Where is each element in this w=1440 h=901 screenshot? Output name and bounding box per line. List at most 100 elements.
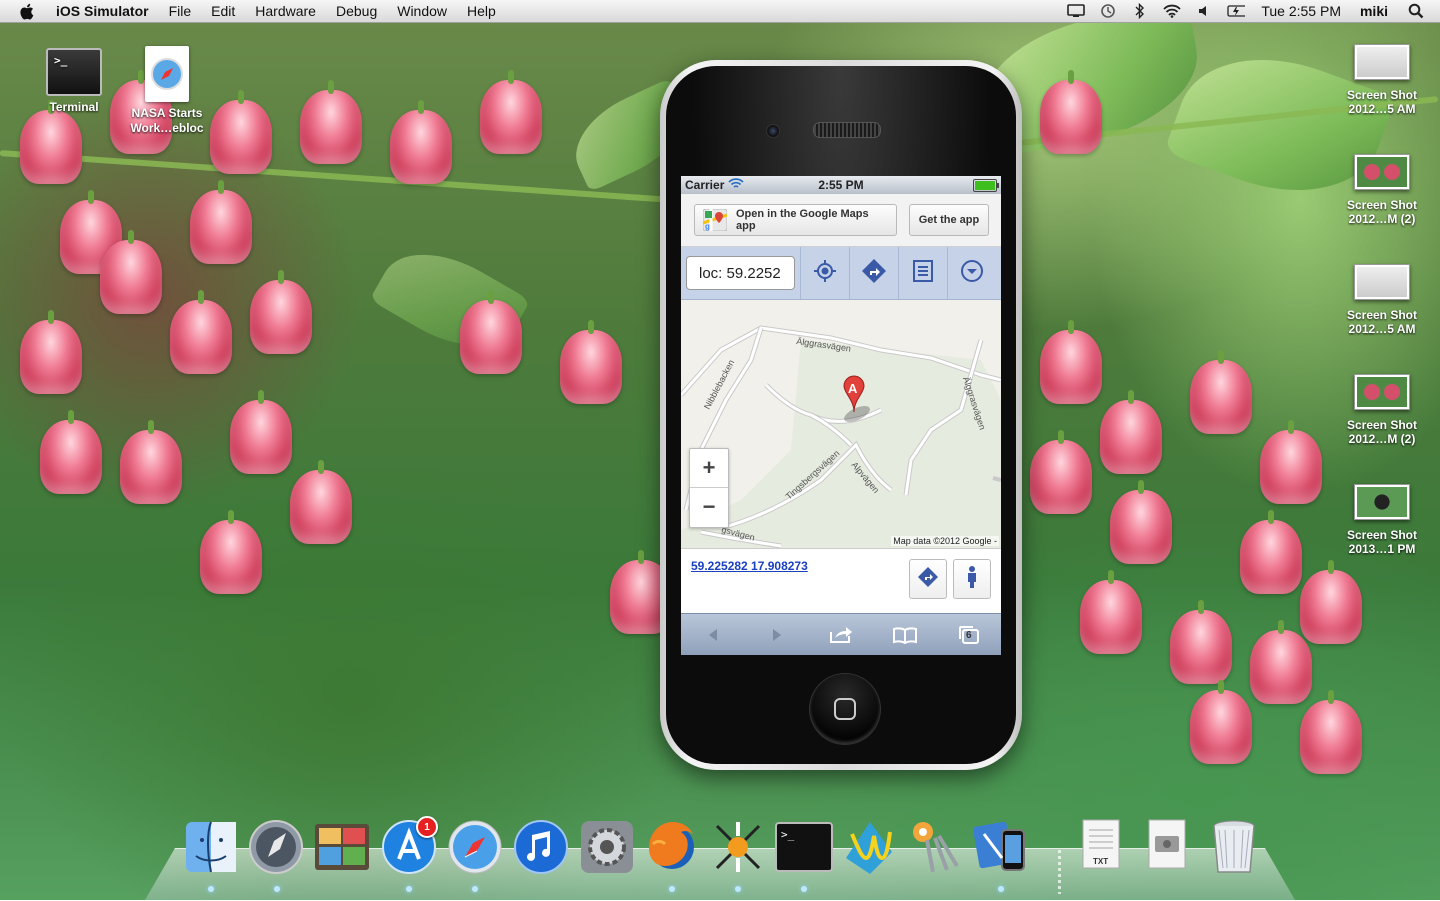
menu-debug[interactable]: Debug	[326, 0, 387, 22]
launchpad-icon	[249, 820, 303, 874]
wallpaper-flower	[560, 320, 622, 404]
dock-textwrangler[interactable]	[840, 818, 898, 876]
menu-hardware[interactable]: Hardware	[245, 0, 326, 22]
user-menu[interactable]: miki	[1350, 3, 1398, 19]
desktop-icon-screenshot[interactable]: Screen Shot 2012…M (2)	[1327, 374, 1437, 446]
coordinates-link[interactable]: 59.225282 17.908273	[691, 559, 808, 573]
terminal-icon: >_	[46, 48, 102, 96]
wallpaper-flower	[1040, 320, 1102, 404]
dock-system-preferences[interactable]	[578, 818, 636, 876]
more-options-button[interactable]	[947, 247, 996, 299]
wallpaper-flower	[1040, 70, 1102, 154]
preview-icon	[315, 824, 369, 870]
directions-icon	[861, 258, 887, 289]
wallpaper-flower	[1240, 510, 1302, 594]
apple-menu-icon[interactable]	[16, 1, 36, 21]
dock-terminal[interactable]: >_	[775, 818, 833, 876]
list-view-button[interactable]	[898, 247, 947, 299]
dock-safari[interactable]	[446, 818, 504, 876]
wifi-signal-icon	[728, 178, 744, 192]
dock-keychain-access[interactable]	[904, 818, 962, 876]
disk-utility-icon	[1148, 819, 1186, 869]
open-google-maps-app-button[interactable]: g Open in the Google Maps app	[694, 204, 897, 236]
wallpaper-flower	[290, 460, 352, 544]
forward-button[interactable]	[762, 623, 792, 647]
app-menu[interactable]: iOS Simulator	[46, 0, 159, 22]
bluetooth-icon[interactable]	[1131, 3, 1149, 19]
result-directions-button[interactable]	[909, 559, 947, 599]
wallpaper-flower	[1080, 570, 1142, 654]
menu-file[interactable]: File	[159, 0, 202, 22]
wallpaper-flower	[1260, 420, 1322, 504]
back-button[interactable]	[698, 623, 728, 647]
wifi-icon[interactable]	[1163, 3, 1181, 19]
map-tiles: Älggrasvägen Nibblebacken Älggrasvägen T…	[681, 300, 1001, 548]
safari-toolbar: 6	[681, 613, 1001, 655]
desktop-icon-screenshot[interactable]: Screen Shot 2013…1 PM	[1327, 484, 1437, 556]
earpiece-speaker	[813, 122, 881, 138]
dock-firefox[interactable]	[643, 818, 701, 876]
desktop-icon-webloc[interactable]: NASA Starts Work…ebloc	[112, 46, 222, 136]
wallpaper-flower	[230, 390, 292, 474]
home-button[interactable]	[810, 674, 880, 744]
street-view-button[interactable]	[953, 559, 991, 599]
share-button[interactable]	[826, 623, 856, 647]
wallpaper-flower	[1250, 620, 1312, 704]
screenshot-thumbnail	[1354, 44, 1410, 80]
dock-document-stack[interactable]: TXT	[1072, 818, 1130, 876]
map-view[interactable]: Älggrasvägen Nibblebacken Älggrasvägen T…	[681, 300, 1001, 548]
running-indicator	[801, 886, 807, 892]
tabs-button[interactable]: 6	[954, 623, 984, 647]
wallpaper-flower	[1110, 480, 1172, 564]
desktop-icon-label-line1: Screen Shot	[1346, 198, 1418, 212]
wallpaper-flower	[200, 510, 262, 594]
bookmarks-button[interactable]	[890, 623, 920, 647]
running-indicator	[998, 886, 1004, 892]
search-input[interactable]	[686, 256, 795, 290]
wallpaper-flower	[390, 100, 452, 184]
dock-app-store[interactable]: 1	[380, 816, 438, 876]
maps-toolbar	[681, 247, 1001, 300]
zoom-in-button[interactable]: +	[690, 449, 728, 487]
get-the-app-button[interactable]: Get the app	[909, 204, 989, 236]
app-store-update-badge: 1	[416, 816, 438, 838]
desktop-icon-label-line2: 2012…M (2)	[1348, 432, 1416, 446]
svg-text:>_: >_	[781, 828, 795, 841]
time-machine-icon[interactable]	[1099, 3, 1117, 19]
menu-clock[interactable]: Tue 2:55 PM	[1252, 3, 1350, 19]
wallpaper-flower	[250, 270, 312, 354]
dock-finder[interactable]	[182, 818, 240, 876]
directions-button[interactable]	[849, 247, 898, 299]
desktop-icon-screenshot[interactable]: Screen Shot 2012…M (2)	[1327, 154, 1437, 226]
desktop-icon-screenshot[interactable]: Screen Shot 2012…5 AM	[1327, 44, 1437, 116]
my-location-button[interactable]	[800, 247, 849, 299]
ios-battery-icon	[973, 178, 999, 192]
screenshot-thumbnail	[1354, 264, 1410, 300]
display-icon[interactable]	[1067, 3, 1086, 19]
zoom-out-button[interactable]: −	[690, 487, 728, 526]
desktop-icon-screenshot[interactable]: Screen Shot 2012…5 AM	[1327, 264, 1437, 336]
dock-trash[interactable]	[1205, 818, 1263, 876]
get-app-label: Get the app	[918, 214, 980, 226]
dock-disk-utility[interactable]	[1138, 818, 1196, 876]
status-menus: Tue 2:55 PM miki	[1060, 0, 1440, 22]
ios-status-bar: Carrier 2:55 PM	[681, 176, 1001, 194]
volume-icon[interactable]	[1195, 3, 1213, 19]
dock-separator	[1058, 850, 1061, 894]
menu-bar: iOS Simulator File Edit Hardware Debug W…	[0, 0, 1440, 23]
dock-launchpad[interactable]	[247, 818, 305, 876]
my-location-icon	[813, 259, 837, 288]
battery-icon[interactable]	[1227, 3, 1246, 19]
wallpaper-flower	[170, 290, 232, 374]
menu-window[interactable]: Window	[387, 0, 457, 22]
wallpaper-flower	[20, 310, 82, 394]
menu-help[interactable]: Help	[457, 0, 506, 22]
spotlight-search-icon[interactable]	[1406, 3, 1426, 19]
dock-itunes[interactable]	[512, 818, 570, 876]
desktop-icon-label: NASA Starts Work…ebloc	[130, 106, 204, 135]
dock-preview[interactable]	[313, 818, 371, 876]
dock-instruments[interactable]	[709, 818, 767, 876]
google-maps-icon: g	[702, 208, 728, 232]
menu-edit[interactable]: Edit	[201, 0, 245, 22]
dock-xcode[interactable]	[972, 818, 1030, 876]
